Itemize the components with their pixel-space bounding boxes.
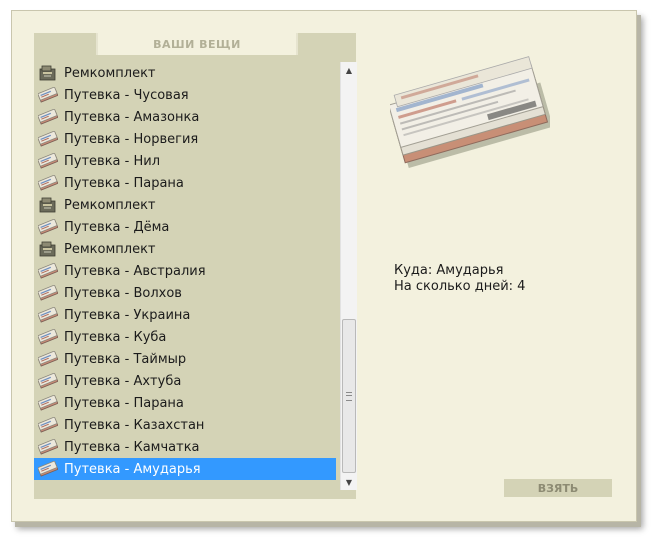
list-item[interactable]: Путевка - Волхов [34, 282, 336, 304]
voucher-icon [37, 328, 59, 345]
list-item[interactable]: Путевка - Казахстан [34, 414, 336, 436]
list-item-label: Путевка - Норвегия [64, 131, 199, 147]
list-item[interactable]: Путевка - Таймыр [34, 348, 336, 370]
list-item[interactable]: Путевка - Дёма [34, 216, 336, 238]
list-item-label: Путевка - Волхов [64, 285, 182, 301]
list-item[interactable]: Ремкомплект [34, 238, 336, 260]
destination-text: Куда: Амударья [394, 263, 504, 278]
list-item-label: Ремкомплект [64, 197, 156, 213]
list-item-label: Путевка - Ахтуба [64, 373, 182, 389]
voucher-icon [37, 174, 59, 191]
item-details: Куда: Амударья На сколько дней: 4 [394, 263, 525, 295]
list-item[interactable]: Путевка - Норвегия [34, 128, 336, 150]
list-item[interactable]: Путевка - Украина [34, 304, 336, 326]
list-item-label: Путевка - Куба [64, 329, 167, 345]
list-item-label: Путевка - Камчатка [64, 439, 200, 455]
list-item[interactable]: Путевка - Камчатка [34, 436, 336, 458]
take-button[interactable]: ВЗЯТЬ [504, 479, 612, 497]
voucher-icon [37, 86, 59, 103]
list-item-label: Путевка - Австралия [64, 263, 206, 279]
days-text: На сколько дней: 4 [394, 279, 526, 294]
list-item[interactable]: Путевка - Чусовая [34, 84, 336, 106]
list-item-label: Путевка - Амударья [64, 461, 201, 477]
voucher-icon [37, 130, 59, 147]
list-item[interactable]: Путевка - Куба [34, 326, 336, 348]
list-item[interactable]: Ремкомплект [34, 62, 336, 84]
voucher-icon [37, 108, 59, 125]
voucher-icon [37, 284, 59, 301]
list-item[interactable]: Путевка - Амазонка [34, 106, 336, 128]
voucher-icon [37, 394, 59, 411]
list-item-label: Путевка - Амазонка [64, 109, 200, 125]
inventory-window: ВАШИ ВЕЩИ Ремкомплект Путевка - Чусовая Пу… [11, 10, 637, 522]
panel-title: ВАШИ ВЕЩИ [96, 33, 298, 55]
voucher-image [390, 56, 550, 169]
list-item[interactable]: Путевка - Парана [34, 392, 336, 414]
voucher-icon [37, 262, 59, 279]
list-item-label: Путевка - Парана [64, 395, 184, 411]
list-item-label: Путевка - Украина [64, 307, 191, 323]
list-item-label: Путевка - Казахстан [64, 417, 205, 433]
item-list: Ремкомплект Путевка - Чусовая Путевка - Ам… [34, 62, 336, 490]
voucher-icon [37, 350, 59, 367]
voucher-icon [37, 218, 59, 235]
scrollbar[interactable]: ▲ ▼ [340, 62, 357, 490]
voucher-icon [37, 152, 59, 169]
list-item[interactable]: Путевка - Австралия [34, 260, 336, 282]
voucher-icon [37, 460, 59, 477]
list-item-label: Путевка - Чусовая [64, 87, 189, 103]
voucher-icon [37, 438, 59, 455]
repair-kit-icon [38, 241, 58, 257]
list-item[interactable]: Путевка - Нил [34, 150, 336, 172]
list-item[interactable]: Путевка - Парана [34, 172, 336, 194]
list-item[interactable]: Путевка - Ахтуба [34, 370, 336, 392]
voucher-icon [37, 416, 59, 433]
list-item-label: Путевка - Нил [64, 153, 161, 169]
list-item-label: Путевка - Таймыр [64, 351, 187, 367]
inventory-panel: ВАШИ ВЕЩИ Ремкомплект Путевка - Чусовая Пу… [34, 33, 357, 499]
list-item-label: Путевка - Парана [64, 175, 184, 191]
voucher-icon [37, 372, 59, 389]
scroll-grip-icon [346, 392, 352, 401]
list-item-label: Ремкомплект [64, 241, 156, 257]
repair-kit-icon [38, 65, 58, 81]
scroll-up-button[interactable]: ▲ [341, 62, 357, 78]
scroll-down-button[interactable]: ▼ [341, 474, 357, 490]
repair-kit-icon [38, 197, 58, 213]
list-item[interactable]: Путевка - Амударья [34, 458, 336, 480]
voucher-icon [37, 306, 59, 323]
list-item-label: Путевка - Дёма [64, 219, 170, 235]
scroll-thumb[interactable] [342, 319, 356, 473]
list-item[interactable]: Ремкомплект [34, 194, 336, 216]
list-item-label: Ремкомплект [64, 65, 156, 81]
